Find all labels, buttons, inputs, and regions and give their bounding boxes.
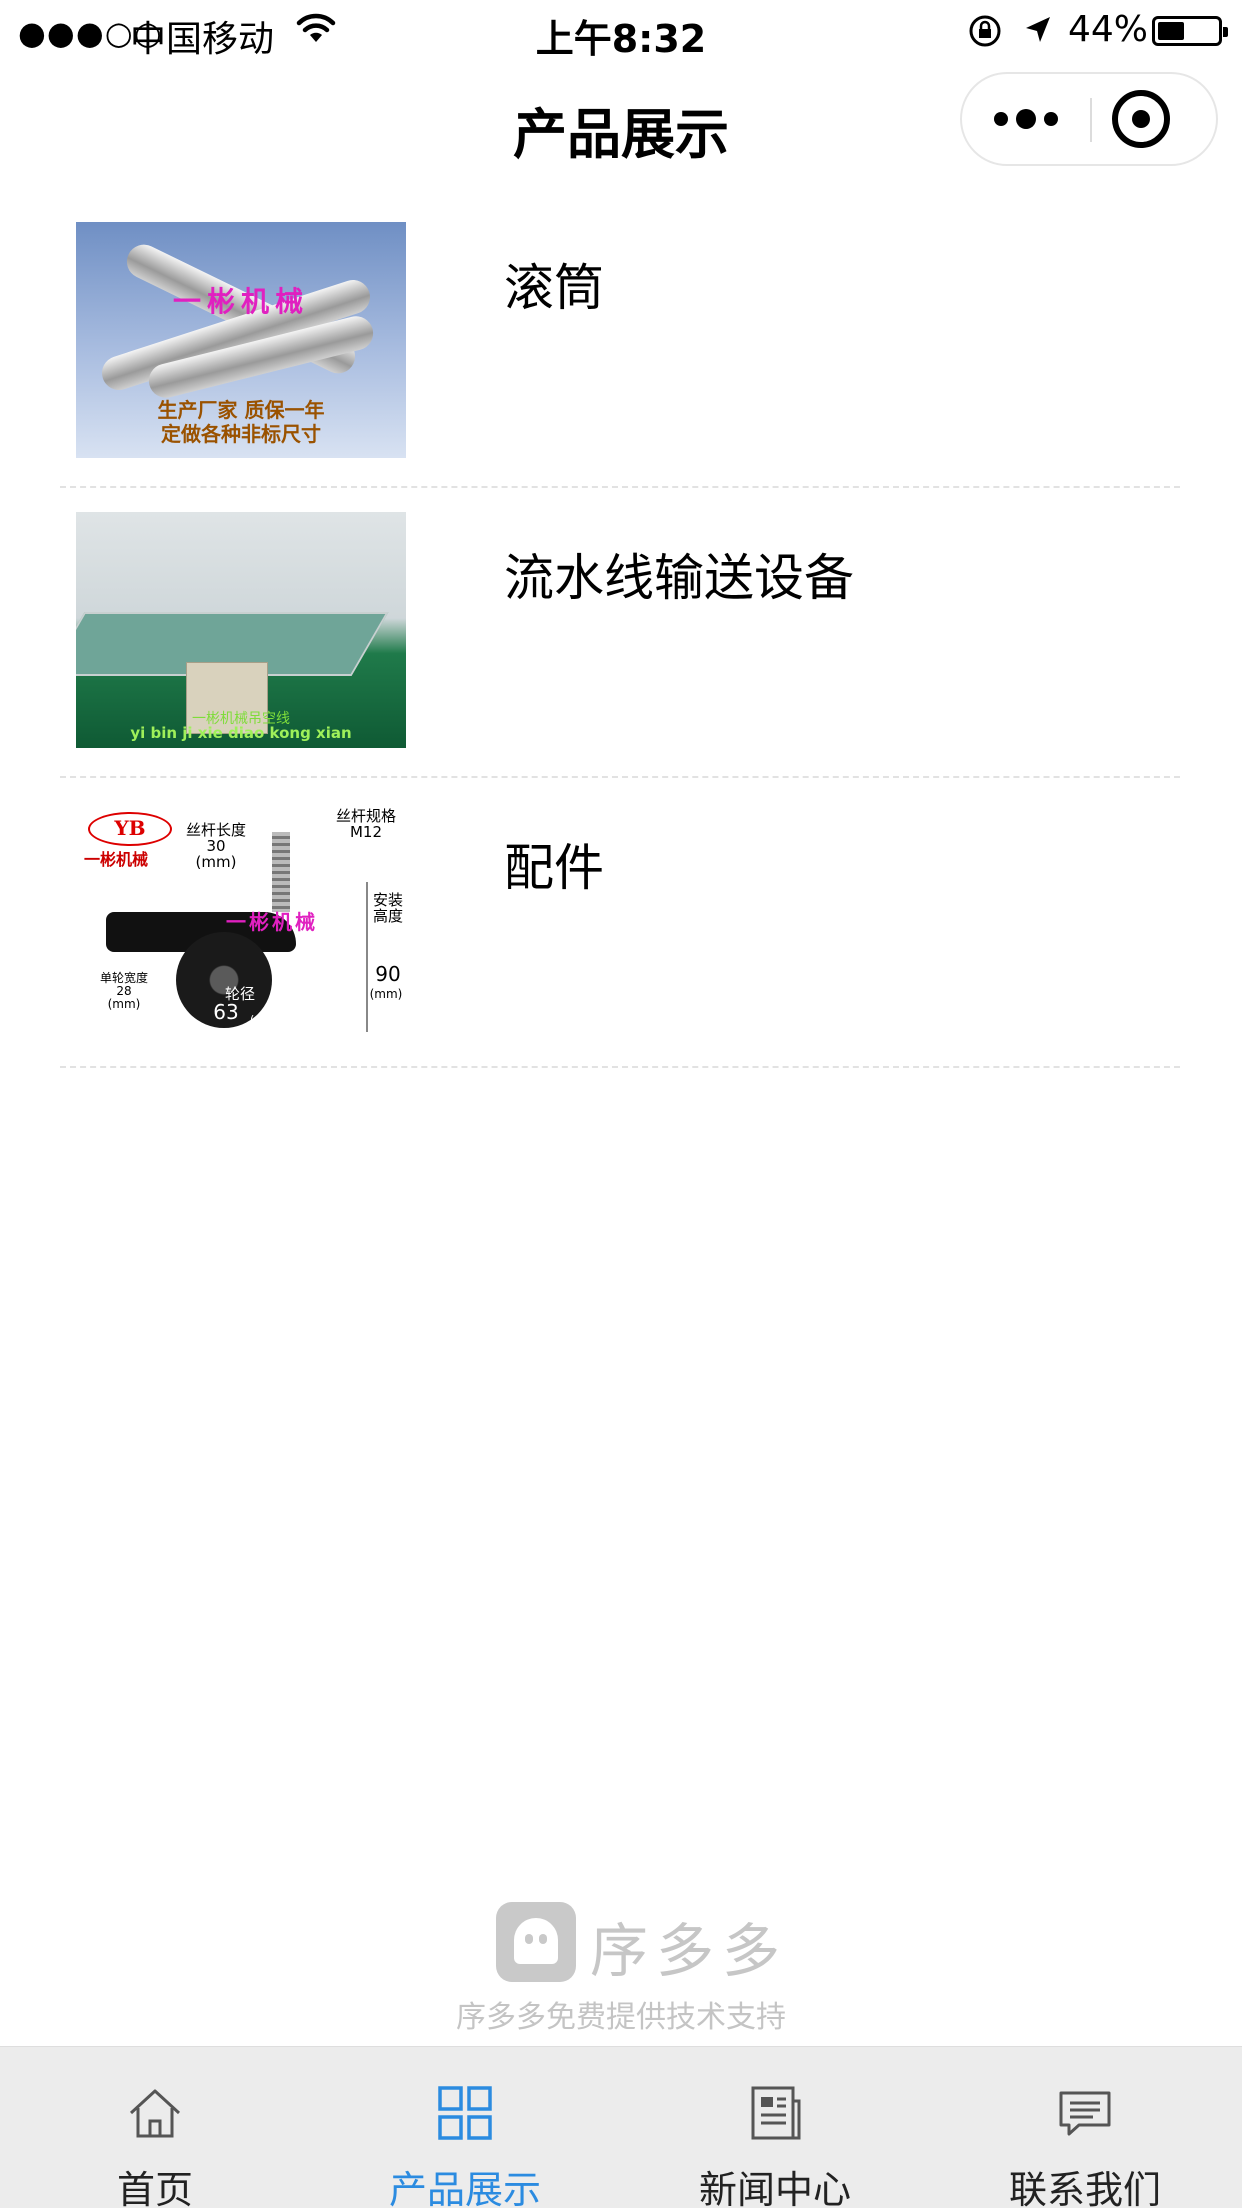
product-name: 配件 bbox=[504, 839, 604, 897]
product-image-rollers: 一彬机械 生产厂家 质保一年 定做各种非标尺寸 bbox=[76, 222, 406, 458]
screw-length-unit: (mm) bbox=[195, 853, 237, 871]
product-image-caster: YB 一彬机械 一彬机械 丝杆长度 30 (mm) 丝杆规格 M12 安装高度 … bbox=[76, 802, 406, 1038]
tab-label: 产品展示 bbox=[388, 2168, 541, 2208]
support-app-logo bbox=[496, 1902, 576, 1982]
ghost-icon bbox=[514, 1918, 558, 1964]
product-name: 滚筒 bbox=[504, 259, 604, 317]
support-brand-name: 序多多 bbox=[590, 1917, 789, 1985]
capsule-divider bbox=[1090, 98, 1092, 142]
home-icon bbox=[129, 2089, 181, 2138]
navigation-bar: 产品展示 bbox=[0, 62, 1242, 186]
install-height-value: 90 bbox=[375, 962, 401, 986]
battery-level-fill bbox=[1158, 22, 1184, 40]
screw-spec-label: 丝杆规格 bbox=[335, 807, 396, 825]
product-item-accessories[interactable]: YB 一彬机械 一彬机械 丝杆长度 30 (mm) 丝杆规格 M12 安装高度 … bbox=[60, 778, 1180, 1068]
target-icon bbox=[1132, 110, 1150, 128]
clock: 上午8:32 bbox=[535, 17, 707, 61]
image-brand-text: 一彬机械 bbox=[172, 285, 309, 318]
tab-products[interactable]: 产品展示 bbox=[310, 2047, 620, 2208]
yb-logo: YB bbox=[88, 812, 172, 846]
page: ●●●○○ 中国移动 上午8:32 44% 产品展示 一彬机械 生产厂家 质保一… bbox=[0, 0, 1242, 2208]
more-dot-icon bbox=[1044, 112, 1058, 126]
tab-label: 联系我们 bbox=[1008, 2168, 1161, 2208]
product-item-rollers[interactable]: 一彬机械 生产厂家 质保一年 定做各种非标尺寸 滚筒 bbox=[60, 198, 1180, 488]
status-bar: ●●●○○ 中国移动 上午8:32 44% bbox=[0, 0, 1242, 62]
tab-label: 首页 bbox=[116, 2168, 193, 2208]
news-icon bbox=[751, 2086, 801, 2140]
image-caption: 定做各种非标尺寸 bbox=[161, 422, 321, 446]
more-dot-icon bbox=[1016, 109, 1036, 129]
more-dot-icon bbox=[994, 112, 1008, 126]
tab-news[interactable]: 新闻中心 bbox=[620, 2047, 930, 2208]
product-image-conveyor: 一彬机械吊空线 yi bin ji xie diao kong xian bbox=[76, 512, 406, 748]
dimension-line bbox=[366, 882, 368, 1032]
screw-length-value: 30 bbox=[206, 837, 226, 855]
message-icon bbox=[1059, 2091, 1111, 2136]
battery-nub bbox=[1223, 27, 1228, 37]
tab-bar: 首页 产品展示 新闻中心 联系我们 bbox=[0, 2046, 1242, 2208]
screw-spec-value: M12 bbox=[349, 823, 383, 841]
tab-contact[interactable]: 联系我们 bbox=[930, 2047, 1240, 2208]
logo-subtext: 一彬机械 bbox=[84, 850, 149, 869]
product-item-conveyor[interactable]: 一彬机械吊空线 yi bin ji xie diao kong xian 流水线… bbox=[60, 488, 1180, 778]
battery-percentage: 44% bbox=[1068, 9, 1149, 50]
battery-icon bbox=[1152, 16, 1228, 46]
screw-stem-shape bbox=[272, 832, 290, 912]
diameter-unit: (mm) bbox=[249, 1013, 280, 1026]
tab-label: 新闻中心 bbox=[698, 2168, 851, 2208]
support-text[interactable]: 序多多免费提供技术支持 bbox=[0, 1992, 1242, 2036]
image-caption: yi bin ji xie diao kong xian bbox=[130, 724, 352, 742]
location-arrow-icon bbox=[1026, 17, 1050, 42]
close-mini-program-button[interactable] bbox=[1112, 90, 1170, 148]
install-height-unit: (mm) bbox=[369, 987, 403, 1001]
grid-icon bbox=[438, 2086, 492, 2140]
diameter-value: 63 bbox=[213, 1000, 239, 1024]
mini-program-capsule bbox=[960, 72, 1218, 166]
tab-home[interactable]: 首页 bbox=[0, 2047, 310, 2208]
rotation-lock-icon bbox=[969, 15, 1001, 47]
product-list: 一彬机械 生产厂家 质保一年 定做各种非标尺寸 滚筒 一彬机械吊空线 yi bi… bbox=[60, 198, 1180, 1068]
more-menu-button[interactable] bbox=[962, 74, 1090, 164]
image-brand-text: 一彬机械 bbox=[226, 910, 318, 934]
wheel-width-unit: (mm) bbox=[107, 997, 141, 1011]
product-name: 流水线输送设备 bbox=[504, 549, 854, 607]
screw-length-label: 丝杆长度 bbox=[185, 821, 246, 839]
install-height-label: 安装高度 bbox=[372, 891, 403, 925]
